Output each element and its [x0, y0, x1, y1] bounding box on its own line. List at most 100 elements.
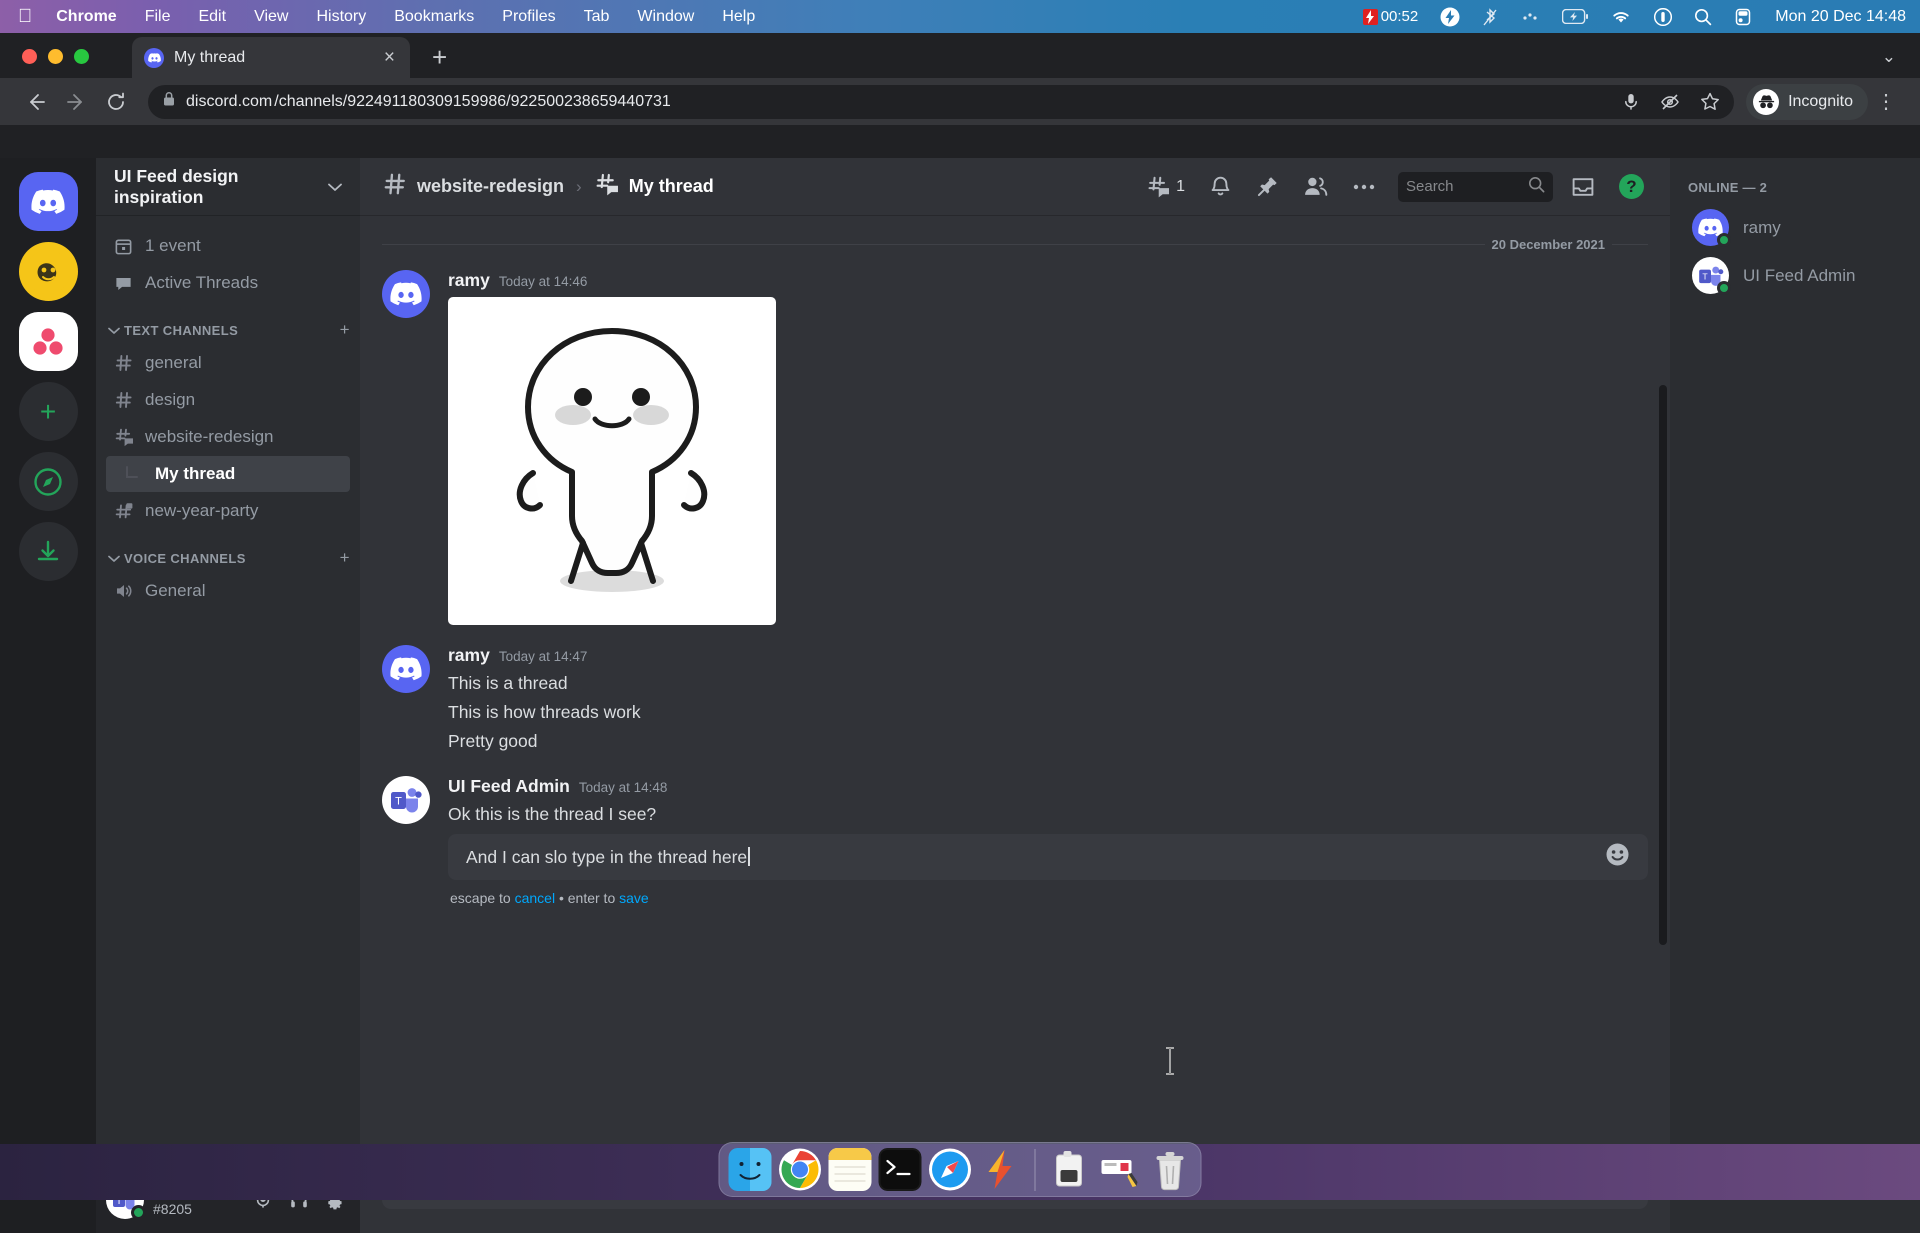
- category-text-channels[interactable]: TEXT CHANNELS +: [96, 302, 360, 344]
- sidebar-item-my-thread[interactable]: My thread: [106, 456, 350, 492]
- screen-recording-indicator[interactable]: 00:52: [1352, 8, 1430, 25]
- add-server-button[interactable]: +: [19, 382, 78, 441]
- member-list-icon[interactable]: [1291, 175, 1340, 198]
- dock-item-terminal[interactable]: [879, 1148, 922, 1191]
- new-tab-button[interactable]: +: [432, 44, 447, 70]
- hidden-eye-icon[interactable]: [1660, 93, 1680, 111]
- bluetooth-off-icon[interactable]: [1471, 7, 1509, 27]
- svg-text:T: T: [395, 795, 402, 807]
- chevron-down-icon: [108, 551, 120, 566]
- message-scrollbar[interactable]: [1659, 385, 1667, 945]
- macos-clock[interactable]: Mon 20 Dec 14:48: [1763, 8, 1906, 26]
- list-item[interactable]: T UI Feed Admin: [1678, 252, 1912, 299]
- apple-logo-icon[interactable]: : [14, 7, 42, 26]
- create-voice-channel-button[interactable]: +: [340, 548, 350, 568]
- notification-bell-icon[interactable]: [1197, 175, 1244, 198]
- explore-servers-button[interactable]: [19, 452, 78, 511]
- avatar[interactable]: [382, 270, 430, 318]
- search-input[interactable]: Search: [1398, 172, 1553, 202]
- sidebar-item-general[interactable]: general: [106, 345, 350, 381]
- sidebar-item-voice-general[interactable]: General: [106, 573, 350, 609]
- menu-item-view[interactable]: View: [240, 8, 302, 26]
- hash-thread-icon: [114, 427, 136, 447]
- message-author[interactable]: UI Feed Admin: [448, 776, 570, 797]
- breadcrumb-parent-channel[interactable]: website-redesign: [417, 176, 564, 197]
- address-bar[interactable]: discord.com /channels/922491180309159986…: [148, 85, 1734, 119]
- kebab-menu-icon[interactable]: ⋮: [1868, 89, 1904, 114]
- control-center-icon[interactable]: [1643, 8, 1683, 26]
- microphone-icon[interactable]: [1622, 92, 1640, 112]
- incognito-profile-button[interactable]: Incognito: [1746, 84, 1868, 120]
- display-icon[interactable]: [1723, 8, 1763, 26]
- dock-item-safari[interactable]: [929, 1148, 972, 1191]
- sidebar-item-events[interactable]: 1 event: [106, 228, 350, 264]
- sidebar-item-server-ui-feed[interactable]: [19, 312, 78, 371]
- sidebar-item-server-yellow[interactable]: [19, 242, 78, 301]
- create-text-channel-button[interactable]: +: [340, 320, 350, 340]
- menu-item-chrome[interactable]: Chrome: [42, 8, 130, 26]
- menu-item-bookmarks[interactable]: Bookmarks: [380, 8, 488, 26]
- inbox-icon[interactable]: [1559, 176, 1607, 198]
- menu-item-edit[interactable]: Edit: [184, 8, 240, 26]
- menu-item-profiles[interactable]: Profiles: [488, 8, 569, 26]
- recording-bolt-icon: [1363, 9, 1378, 25]
- sidebar-item-home-discord[interactable]: [19, 172, 78, 231]
- close-tab-button[interactable]: ×: [381, 48, 398, 67]
- menu-item-window[interactable]: Window: [623, 8, 708, 26]
- guild-header[interactable]: UI Feed design inspiration: [96, 158, 360, 215]
- dock-item-cleaner[interactable]: [1049, 1148, 1092, 1191]
- dock-item-trash[interactable]: [1149, 1148, 1192, 1191]
- menu-item-file[interactable]: File: [131, 8, 185, 26]
- forward-arrow-icon[interactable]: [56, 82, 96, 122]
- more-options-icon[interactable]: [1340, 183, 1388, 191]
- menu-item-tab[interactable]: Tab: [570, 8, 624, 26]
- sidebar-item-design[interactable]: design: [106, 382, 350, 418]
- reload-icon[interactable]: [96, 82, 136, 122]
- dock-item-chrome[interactable]: [779, 1148, 822, 1191]
- message-timestamp: Today at 14:48: [579, 780, 668, 795]
- maximize-window-button[interactable]: [74, 49, 89, 64]
- dots-icon[interactable]: [1509, 9, 1551, 25]
- message-attachment-image[interactable]: [448, 297, 776, 625]
- close-window-button[interactable]: [22, 49, 37, 64]
- server-rail: +: [0, 158, 96, 1233]
- spotlight-search-icon[interactable]: [1683, 8, 1723, 26]
- dock-item-finder[interactable]: [729, 1148, 772, 1191]
- wifi-icon[interactable]: [1599, 9, 1643, 25]
- cancel-edit-link[interactable]: cancel: [515, 890, 555, 906]
- chrome-tab-strip: My thread × + ⌄: [0, 33, 1920, 78]
- help-button[interactable]: ?: [1607, 174, 1656, 199]
- message-edit-area: And I can slo type in the thread here es…: [360, 830, 1670, 906]
- message-author[interactable]: ramy: [448, 645, 490, 666]
- menu-item-help[interactable]: Help: [708, 8, 769, 26]
- bookmark-star-icon[interactable]: [1700, 92, 1720, 111]
- dock-item-lightning-app[interactable]: [979, 1148, 1022, 1191]
- message-text: Ok this is the thread I see?: [448, 800, 1648, 829]
- pinned-messages-icon[interactable]: [1244, 175, 1291, 198]
- back-arrow-icon[interactable]: [16, 82, 56, 122]
- main-content: website-redesign › My thread 1: [360, 158, 1670, 1233]
- emoji-icon[interactable]: [1605, 842, 1630, 872]
- menu-item-history[interactable]: History: [302, 8, 380, 26]
- list-item[interactable]: ramy: [1678, 204, 1912, 251]
- message-edit-input[interactable]: And I can slo type in the thread here: [448, 834, 1648, 880]
- avatar[interactable]: [382, 645, 430, 693]
- avatar[interactable]: T: [382, 776, 430, 824]
- sidebar-item-label: Active Threads: [145, 273, 258, 293]
- dock-item-screenshot-tool[interactable]: [1099, 1148, 1142, 1191]
- sidebar-item-active-threads[interactable]: Active Threads: [106, 265, 350, 301]
- sidebar-item-website-redesign[interactable]: website-redesign: [106, 419, 350, 455]
- battery-charging-icon[interactable]: [1551, 9, 1599, 24]
- browser-tab[interactable]: My thread ×: [132, 37, 410, 78]
- download-apps-button[interactable]: [19, 522, 78, 581]
- message-author[interactable]: ramy: [448, 270, 490, 291]
- threads-icon[interactable]: 1: [1134, 175, 1197, 198]
- chevron-down-icon[interactable]: ⌄: [1882, 47, 1896, 67]
- category-voice-channels[interactable]: VOICE CHANNELS +: [96, 530, 360, 572]
- dock-item-notes[interactable]: [829, 1148, 872, 1191]
- sidebar-item-new-year-party[interactable]: new-year-party: [106, 493, 350, 529]
- save-edit-link[interactable]: save: [619, 890, 649, 906]
- bolt-icon[interactable]: [1429, 7, 1471, 27]
- channel-list: 1 event Active Threads TEXT CHANNELS: [96, 215, 360, 1167]
- minimize-window-button[interactable]: [48, 49, 63, 64]
